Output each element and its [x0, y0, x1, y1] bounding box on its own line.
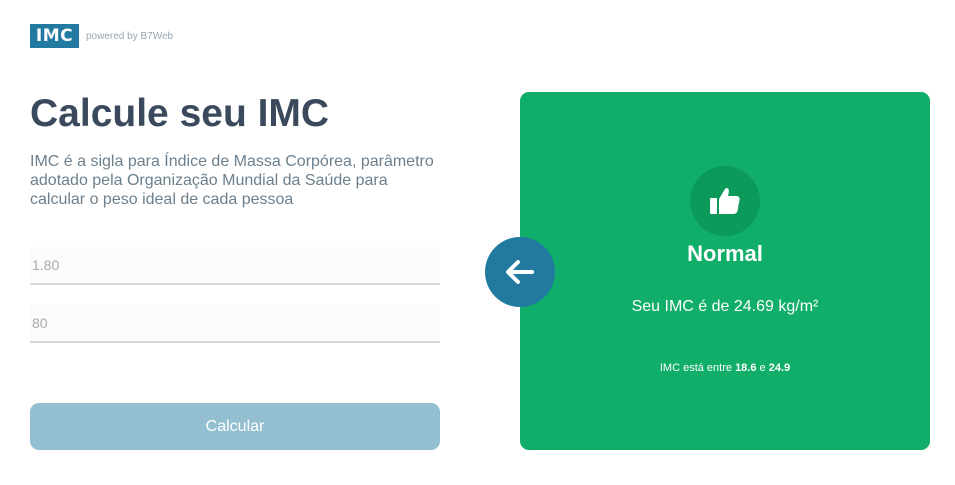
result-card: Normal Seu IMC é de 24.69 kg/m² IMC está… — [520, 92, 930, 450]
back-button[interactable] — [485, 237, 555, 307]
icon-circle — [690, 166, 760, 236]
calculate-button[interactable]: Calcular — [30, 403, 440, 450]
range-max: 24.9 — [768, 362, 791, 374]
height-input[interactable] — [30, 247, 440, 285]
arrow-left-icon — [506, 260, 534, 284]
imc-range: IMC está entre 18.6 e 24.9 — [520, 362, 930, 374]
range-min: 18.6 — [735, 362, 757, 374]
powered-by-text: powered by B7Web — [86, 30, 174, 42]
weight-input[interactable] — [30, 305, 440, 343]
imc-result-text: Seu IMC é de 24.69 kg/m² — [631, 298, 819, 315]
range-prefix: IMC está entre — [659, 362, 736, 374]
header: IMC powered by B7Web — [30, 24, 173, 48]
range-separator: e — [756, 362, 769, 374]
logo: IMC — [30, 24, 79, 48]
thumbs-up-icon — [710, 188, 740, 214]
page-description: IMC é a sigla para Índice de Massa Corpó… — [30, 153, 434, 208]
page-title: Calcule seu IMC — [30, 92, 330, 135]
left-panel: Calcule seu IMC IMC é a sigla para Índic… — [30, 92, 440, 209]
status-label: Normal — [687, 241, 763, 266]
